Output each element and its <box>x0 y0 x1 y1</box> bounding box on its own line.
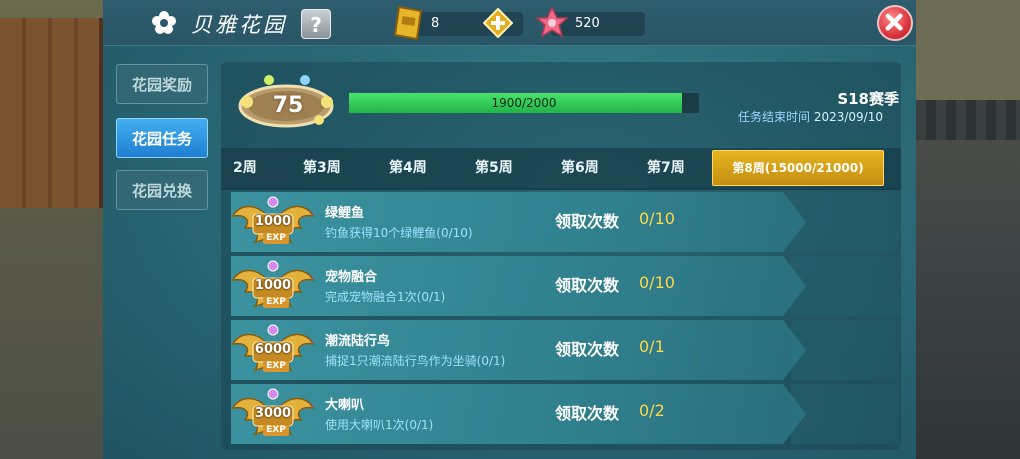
task-row-tail <box>791 384 899 444</box>
week-tabs: 2周 第3周 第4周 第5周 第6周 第7周 第8周(15000/21000) <box>221 148 901 190</box>
exp-tag: EXP <box>263 361 289 372</box>
garden-window: 贝雅花园 ? 8 520 花园奖励 花园任务 花园兑换 75 1900/2000… <box>103 0 916 459</box>
task-name: 潮流陆行鸟 <box>325 334 391 349</box>
gold-amount: 8 <box>431 16 440 31</box>
season-end-time: 任务结束时间 2023/09/10 <box>693 108 883 125</box>
claim-count-value: 0/10 <box>639 273 675 292</box>
tab-week-6[interactable]: 第6周 <box>561 148 599 188</box>
exp-value: 1000 <box>254 278 292 293</box>
task-row[interactable] <box>231 256 806 316</box>
task-name: 绿鲤鱼 <box>325 206 365 221</box>
petal-amount: 520 <box>575 16 600 31</box>
task-row-tail <box>791 192 899 252</box>
background-right-pattern <box>916 100 1020 140</box>
tab-week-5[interactable]: 第5周 <box>475 148 513 188</box>
background-right-top <box>916 0 1020 100</box>
pink-flower-icon <box>535 6 569 38</box>
help-button[interactable]: ? <box>301 9 331 39</box>
wooden-crate <box>0 18 103 208</box>
top-bar: 贝雅花园 ? 8 520 <box>103 0 916 46</box>
close-icon <box>885 13 903 31</box>
season-end-label: 任务结束时间 <box>737 110 810 124</box>
tab-week-8[interactable]: 第8周(15000/21000) <box>712 150 884 186</box>
claim-count-label: 领取次数 <box>555 340 620 359</box>
claim-count-label: 领取次数 <box>555 276 620 295</box>
tab-week-4[interactable]: 第4周 <box>389 148 427 188</box>
gold-ticket-icon <box>393 5 423 41</box>
tab-week-7[interactable]: 第7周 <box>647 148 685 188</box>
task-name: 大喇叭 <box>325 398 365 413</box>
tab-garden-exchange[interactable]: 花园兑换 <box>116 170 208 210</box>
task-row-tail <box>791 320 899 380</box>
claim-count-label: 领取次数 <box>555 212 620 231</box>
task-row-tail <box>791 256 899 316</box>
season-name: S18赛季 <box>837 90 899 108</box>
exp-tag: EXP <box>263 233 289 244</box>
tab-week-2[interactable]: 2周 <box>233 148 257 188</box>
task-description: 使用大喇叭1次(0/1) <box>325 418 434 432</box>
task-description: 捕捉1只潮流陆行鸟作为坐骑(0/1) <box>325 354 506 368</box>
exp-tag: EXP <box>263 297 289 308</box>
task-description: 完成宠物融合1次(0/1) <box>325 290 446 304</box>
season-end-date: 2023/09/10 <box>813 110 883 124</box>
claim-count-value: 0/10 <box>639 209 675 228</box>
task-name: 宠物融合 <box>325 270 378 285</box>
exp-value: 3000 <box>254 406 292 421</box>
exp-value: 6000 <box>254 342 292 357</box>
flower-icon <box>152 11 176 34</box>
claim-count-value: 0/1 <box>639 337 665 356</box>
tab-garden-tasks[interactable]: 花园任务 <box>116 118 208 158</box>
close-button[interactable] <box>877 5 913 41</box>
exp-progress-text: 1900/2000 <box>491 96 557 110</box>
exp-progress-bar: 1900/2000 <box>348 92 700 114</box>
claim-count-value: 0/2 <box>639 401 665 420</box>
task-description: 钓鱼获得10个绿鲤鱼(0/10) <box>325 226 473 240</box>
add-gold-button[interactable] <box>483 8 513 38</box>
claim-count-label: 领取次数 <box>555 404 620 423</box>
task-row[interactable] <box>231 384 806 444</box>
exp-value: 1000 <box>254 214 292 229</box>
task-row[interactable] <box>231 192 806 252</box>
garden-level: 75 <box>272 93 304 118</box>
exp-tag: EXP <box>263 425 289 436</box>
tab-garden-rewards[interactable]: 花园奖励 <box>116 64 208 104</box>
window-title: 贝雅花园 <box>191 13 287 37</box>
tab-week-3[interactable]: 第3周 <box>303 148 341 188</box>
task-row[interactable] <box>231 320 806 380</box>
